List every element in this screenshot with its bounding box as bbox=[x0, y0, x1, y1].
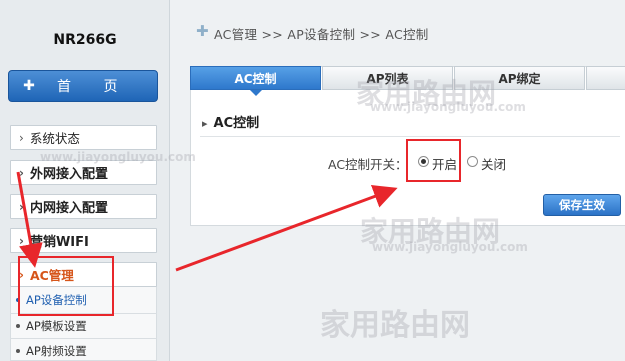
arrow-to-radio bbox=[175, 184, 398, 272]
annotation-arrows bbox=[16, 171, 398, 272]
arrow-to-ac-menu bbox=[16, 171, 43, 268]
